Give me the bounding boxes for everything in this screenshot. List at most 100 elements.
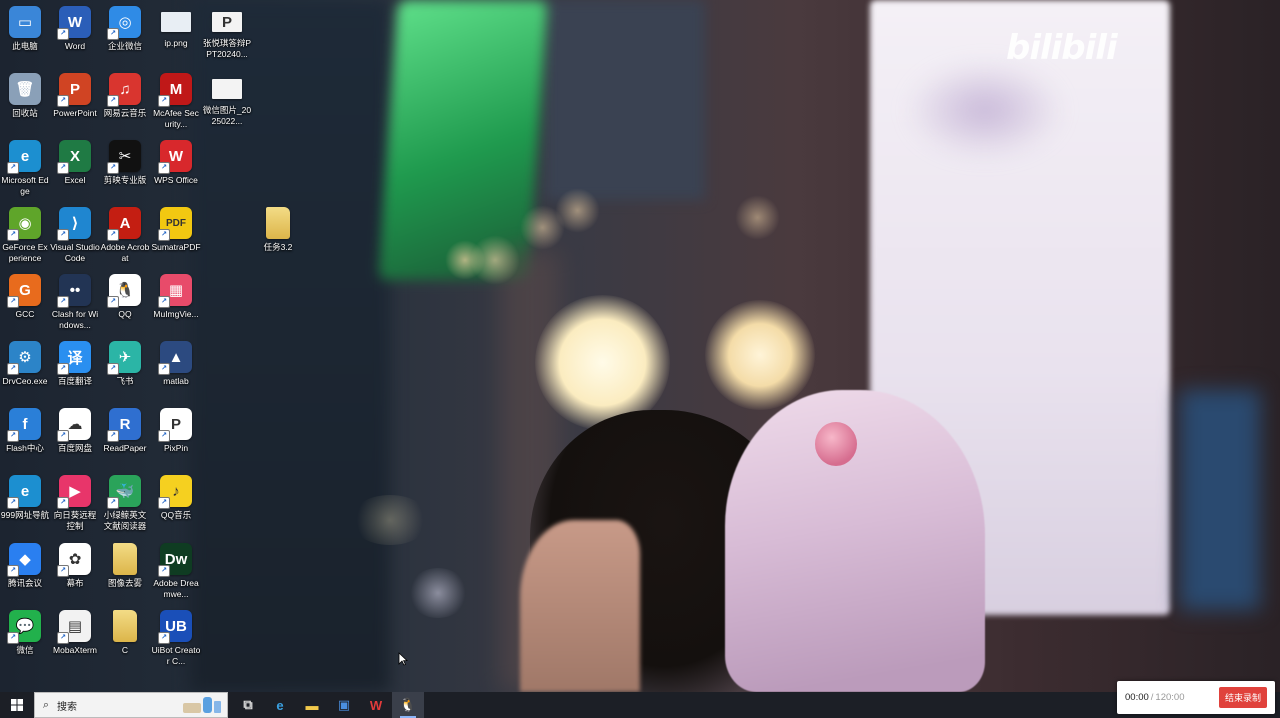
desktop-shortcut[interactable]: PDF ↗ SumatraPDF [151,207,201,253]
desktop-shortcut-label: 张悦琪答辩PPT20240... [202,38,252,59]
taskbar-search-box[interactable]: ⌕ 搜索 [34,692,228,718]
desktop-shortcut[interactable]: ◎ ↗ 企业微信 [100,6,150,52]
desktop-shortcut[interactable]: ✈ ↗ 飞书 [100,341,150,387]
desktop-shortcut[interactable]: ☁ ↗ 百度网盘 [50,408,100,454]
mubu-icon: ✿ ↗ [57,543,91,577]
desktop-shortcut-label: ReadPaper [103,443,147,453]
desktop-shortcut-label: UiBot Creator C... [151,645,201,666]
taskbar-app-button[interactable]: e [264,692,296,718]
desktop-shortcut-label: 百度网盘 [57,443,92,453]
desktop-shortcut[interactable]: ▤ ↗ MobaXterm [50,610,100,656]
readpaper-icon: R ↗ [107,408,141,442]
desktop-shortcut[interactable]: ▲ ↗ matlab [151,341,201,387]
image-file-icon [161,12,191,32]
desktop-shortcut-label: ip.png [164,38,188,48]
desktop-shortcut[interactable]: ▭ 此电脑 [0,6,50,52]
recycle-bin-icon: 🗑 [9,73,41,105]
desktop-shortcut[interactable]: 🐧 ↗ QQ [100,274,150,320]
taskbar-app-button[interactable]: ▣ [328,692,360,718]
bilibili-logo: bilibili [1006,28,1118,68]
desktop-shortcut[interactable]: ◉ ↗ GeForce Experience [0,207,50,264]
desktop-shortcut[interactable]: 任务3.2 [253,207,303,253]
desktop-shortcut[interactable]: ⟩ ↗ Visual Studio Code [50,207,100,264]
desktop-shortcut[interactable]: 🗑 回收站 [0,73,50,119]
desktop-shortcut[interactable]: W ↗ WPS Office [151,140,201,186]
desktop-shortcut-label: 任务3.2 [263,242,293,252]
shortcut-arrow-icon: ↗ [7,296,19,308]
desktop-shortcut[interactable]: G ↗ GCC [0,274,50,320]
desktop-shortcut-label: SumatraPDF [151,242,201,252]
desktop-shortcut[interactable]: 微信图片_2025022... [202,73,252,127]
start-button[interactable] [0,692,34,718]
desktop-shortcut[interactable]: 译 ↗ 百度翻译 [50,341,100,387]
desktop-shortcut[interactable]: ip.png [151,6,201,49]
mobaxterm-icon: ▤ ↗ [57,610,91,644]
taskbar-app-button[interactable]: ⧉ [232,692,264,718]
desktop-shortcut[interactable]: R ↗ ReadPaper [100,408,150,454]
desktop-shortcut[interactable]: ♪ ↗ QQ音乐 [151,475,201,521]
desktop-shortcut[interactable]: ◆ ↗ 腾讯会议 [0,543,50,589]
shortcut-arrow-icon: ↗ [57,430,69,442]
desktop-shortcut[interactable]: e ↗ 999网址导航 [0,475,50,521]
shortcut-arrow-icon: ↗ [57,296,69,308]
search-placeholder: 搜索 [57,701,77,713]
desktop-shortcut[interactable]: Dw ↗ Adobe Dreamwe... [151,543,201,600]
desktop-shortcut-label: Microsoft Edge [1,175,49,196]
desktop-shortcut[interactable]: ⚙ ↗ DrvCeo.exe [0,341,50,387]
taskbar-app-button[interactable]: 🐧 [392,692,424,718]
desktop-shortcut[interactable]: ♫ ↗ 网易云音乐 [100,73,150,119]
desktop-shortcut[interactable]: 图像去雾 [100,543,150,589]
taskbar: ⌕ 搜索 ⧉ e ▬ ▣ W 🐧 [0,692,1280,718]
edge-icon: e ↗ [7,475,41,509]
desktop-shortcut-label: MobaXterm [53,645,97,655]
desktop-shortcut[interactable]: X ↗ Excel [50,140,100,186]
desktop-shortcut[interactable]: M ↗ McAfee Security... [151,73,201,130]
folder-icon [266,207,290,239]
shortcut-arrow-icon: ↗ [107,497,119,509]
shortcut-arrow-icon: ↗ [107,430,119,442]
ppt-file-icon: P [212,12,242,32]
desktop-shortcut-label: 企业微信 [107,41,142,51]
desktop-shortcut-label: 此电脑 [12,41,38,51]
wechat-icon: 💬 ↗ [7,610,41,644]
file-explorer-icon: ▬ [305,697,319,713]
desktop-shortcut[interactable]: ▦ ↗ MuImgVie... [151,274,201,320]
desktop-shortcut[interactable]: •• ↗ Clash for Windows... [50,274,100,331]
desktop-shortcut[interactable]: 💬 ↗ 微信 [0,610,50,656]
shortcut-arrow-icon: ↗ [107,363,119,375]
desktop-shortcut[interactable]: 🐳 ↗ 小绿鲸英文文献阅读器 [100,475,150,532]
desktop-shortcut[interactable]: P ↗ PowerPoint [50,73,100,119]
desktop-shortcut-label: DrvCeo.exe [2,376,48,386]
desktop-shortcut[interactable]: f ↗ Flash中心 [0,408,50,454]
shortcut-arrow-icon: ↗ [57,229,69,241]
desktop-shortcut[interactable]: ✿ ↗ 幕布 [50,543,100,589]
desktop-shortcut[interactable]: P 张悦琪答辩PPT20240... [202,6,252,60]
desktop-shortcut-label: McAfee Security... [153,108,199,129]
desktop-shortcut[interactable]: ▶ ↗ 向日葵远程控制 [50,475,100,532]
wecom-icon: ◎ ↗ [107,6,141,40]
taskbar-app-button[interactable]: ▬ [296,692,328,718]
uibot-icon: UB ↗ [158,610,192,644]
image-file-icon [212,79,242,99]
desktop-shortcut-label: Adobe Dreamwe... [153,578,199,599]
desktop-shortcut-label: C [121,645,129,655]
desktop-shortcut[interactable]: W ↗ Word [50,6,100,52]
shortcut-arrow-icon: ↗ [158,162,170,174]
wps-taskbar-icon: W [369,697,383,713]
taskbar-app-button[interactable]: W [360,692,392,718]
desktop-shortcut[interactable]: A ↗ Adobe Acrobat [100,207,150,264]
desktop-shortcut-label: 小绿鲸英文文献阅读器 [103,510,147,531]
geforce-icon: ◉ ↗ [7,207,41,241]
desktop-shortcut[interactable]: P ↗ PixPin [151,408,201,454]
shortcut-arrow-icon: ↗ [7,497,19,509]
desktop-shortcut-label: Flash中心 [6,443,44,453]
desktop-shortcut-label: WPS Office [154,175,198,185]
desktop-shortcut[interactable]: e ↗ Microsoft Edge [0,140,50,197]
desktop-shortcut[interactable]: ✂ ↗ 剪映专业版 [100,140,150,186]
desktop-shortcut-label: 剪映专业版 [103,175,147,185]
desktop-shortcut[interactable]: UB ↗ UiBot Creator C... [151,610,201,667]
stop-recording-button[interactable]: 结束录制 [1218,687,1267,708]
matlab-icon: ▲ ↗ [158,341,192,375]
shortcut-arrow-icon: ↗ [158,95,170,107]
desktop-shortcut[interactable]: C [100,610,150,656]
